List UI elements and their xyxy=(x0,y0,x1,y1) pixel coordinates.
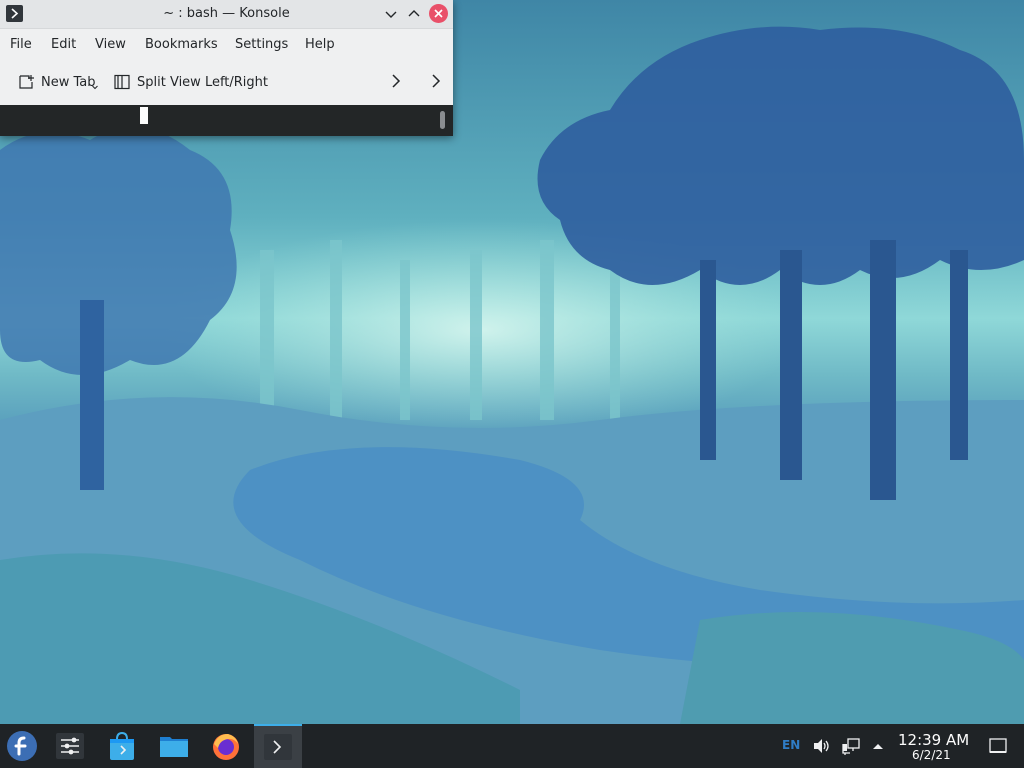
window-titlebar[interactable]: ~ : bash — Konsole xyxy=(0,0,453,29)
chevron-down-icon xyxy=(385,11,397,18)
settings-sliders-icon xyxy=(56,733,84,759)
chevron-up-icon xyxy=(408,10,420,17)
konsole-task[interactable] xyxy=(254,724,302,768)
konsole-window: ~ : bash — Konsole File Edit View Bookma… xyxy=(0,0,453,136)
minimize-button[interactable] xyxy=(382,5,400,23)
menu-settings[interactable]: Settings xyxy=(235,37,288,52)
menu-help[interactable]: Help xyxy=(305,37,335,52)
volume-icon[interactable] xyxy=(811,736,831,756)
split-view-icon xyxy=(114,74,130,90)
new-tab-label: New Tab xyxy=(41,75,96,90)
menu-view[interactable]: View xyxy=(95,37,126,52)
show-desktop-icon[interactable] xyxy=(988,736,1008,756)
system-settings-launcher[interactable] xyxy=(48,724,92,768)
firefox-launcher[interactable] xyxy=(204,724,248,768)
main-toolbar: New Tab Split View Left/Right xyxy=(0,60,453,104)
discover-launcher[interactable] xyxy=(100,724,144,768)
toolbar-overflow-icon[interactable] xyxy=(427,72,445,90)
store-bag-icon xyxy=(110,731,134,760)
chevron-right-icon[interactable] xyxy=(387,72,405,90)
dropdown-arrow-icon xyxy=(92,85,98,90)
menu-bookmarks[interactable]: Bookmarks xyxy=(145,37,218,52)
new-tab-button[interactable]: New Tab xyxy=(14,70,102,94)
split-view-label: Split View Left/Right xyxy=(137,75,269,90)
tray-expand-arrow-icon[interactable] xyxy=(868,736,888,756)
keyboard-layout-indicator[interactable]: EN xyxy=(782,738,800,752)
fedora-icon xyxy=(7,731,37,761)
terminal-icon xyxy=(264,734,292,760)
application-launcher[interactable] xyxy=(0,724,44,768)
terminal-area[interactable] xyxy=(0,105,453,136)
firefox-icon xyxy=(213,734,239,760)
menu-file[interactable]: File xyxy=(10,37,32,52)
maximize-button[interactable] xyxy=(405,5,423,23)
folder-icon xyxy=(160,737,188,757)
split-view-button[interactable]: Split View Left/Right xyxy=(110,70,270,94)
scrollbar-handle[interactable] xyxy=(440,111,445,129)
dolphin-launcher[interactable] xyxy=(152,724,196,768)
menu-edit[interactable]: Edit xyxy=(51,37,76,52)
menu-bar: File Edit View Bookmarks Settings Help xyxy=(0,29,453,59)
close-icon xyxy=(434,9,443,18)
close-button[interactable] xyxy=(429,4,448,23)
text-cursor xyxy=(140,107,148,124)
new-tab-icon xyxy=(19,75,34,89)
clock-date[interactable]: 6/2/21 xyxy=(912,748,951,762)
clock-time[interactable]: 12:39 AM xyxy=(898,731,969,749)
network-icon[interactable] xyxy=(841,736,861,756)
taskbar: EN 12:39 AM 6/2/21 xyxy=(0,724,1024,768)
